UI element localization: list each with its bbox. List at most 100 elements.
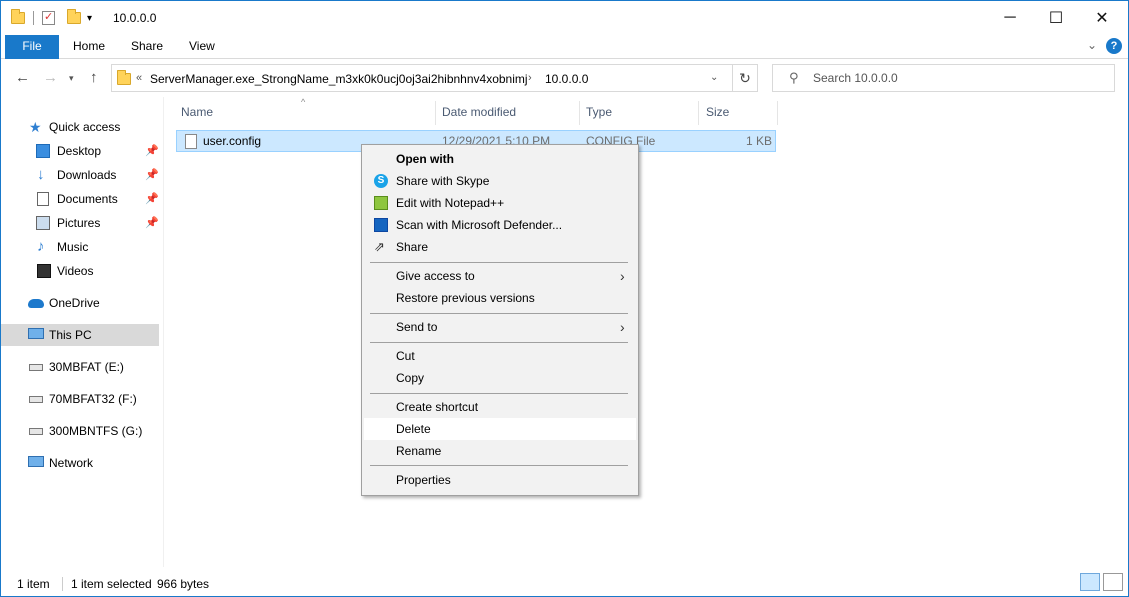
- menu-label: Create shortcut: [396, 400, 479, 414]
- menu-label: Rename: [396, 444, 442, 458]
- ribbon: File Home Share View ⌄ ?: [1, 35, 1128, 59]
- nav-label: Videos: [57, 264, 94, 278]
- pin-icon: 📌: [145, 145, 159, 157]
- menu-give-access[interactable]: Give access to ›: [364, 265, 636, 287]
- customize-toolbar-icon[interactable]: ▾: [87, 13, 92, 24]
- nav-desktop[interactable]: Desktop 📌: [1, 140, 159, 162]
- breadcrumb-segment[interactable]: 10.0.0.0: [545, 72, 588, 86]
- nav-documents[interactable]: Documents 📌: [1, 188, 159, 210]
- nav-quick-access[interactable]: ★ Quick access: [1, 116, 159, 138]
- address-bar[interactable]: « ServerManager.exe_StrongName_m3xk0k0uc…: [111, 64, 758, 92]
- pictures-icon: [36, 216, 50, 230]
- menu-share[interactable]: ⇗ Share: [364, 236, 636, 258]
- menu-delete[interactable]: Delete: [364, 418, 636, 440]
- search-box[interactable]: ⚲: [772, 64, 1115, 92]
- large-icons-view-button[interactable]: [1103, 573, 1123, 591]
- tab-file[interactable]: File: [5, 35, 59, 59]
- menu-label: Cut: [396, 349, 415, 363]
- defender-shield-icon: [374, 218, 388, 232]
- chevron-down-icon[interactable]: ⌄: [710, 72, 718, 83]
- recent-locations-icon[interactable]: ▾: [69, 73, 74, 84]
- column-headers: ^ Name Date modified Type Size: [173, 97, 778, 129]
- nav-label: Desktop: [57, 144, 102, 158]
- cloud-icon: [28, 299, 44, 308]
- share-icon: ⇗: [374, 239, 385, 254]
- column-name[interactable]: Name: [181, 105, 213, 119]
- minimize-icon: ─: [1004, 9, 1016, 26]
- nav-network[interactable]: Network: [1, 452, 159, 474]
- nav-this-pc[interactable]: This PC: [1, 324, 159, 346]
- menu-separator: [370, 393, 628, 394]
- menu-copy[interactable]: Copy: [364, 367, 636, 389]
- breadcrumb-separator[interactable]: ›: [528, 72, 532, 84]
- minimize-button[interactable]: ─: [987, 1, 1033, 35]
- column-divider[interactable]: [435, 101, 436, 125]
- menu-separator: [370, 262, 628, 263]
- menu-separator: [370, 465, 628, 466]
- context-menu: Open with S Share with Skype Edit with N…: [361, 144, 639, 496]
- nav-music[interactable]: ♪ Music: [1, 236, 159, 258]
- videos-icon: [37, 264, 51, 278]
- chevron-down-icon[interactable]: ⌄: [1087, 38, 1097, 52]
- refresh-button[interactable]: ↻: [732, 64, 758, 92]
- nav-drive-e[interactable]: 30MBFAT (E:): [1, 356, 159, 378]
- navigation-bar: ← → ▾ ↑ « ServerManager.exe_StrongName_m…: [1, 59, 1128, 97]
- search-input[interactable]: [813, 69, 1103, 87]
- menu-separator: [370, 342, 628, 343]
- menu-properties[interactable]: Properties: [364, 469, 636, 491]
- nav-videos[interactable]: Videos: [1, 260, 159, 282]
- menu-create-shortcut[interactable]: Create shortcut: [364, 396, 636, 418]
- menu-label: Scan with Microsoft Defender...: [396, 218, 563, 232]
- pin-icon: 📌: [145, 193, 159, 205]
- address-overflow[interactable]: «: [136, 72, 142, 84]
- details-view-button[interactable]: [1080, 573, 1100, 591]
- nav-pictures[interactable]: Pictures 📌: [1, 212, 159, 234]
- menu-label: Open with: [396, 152, 454, 166]
- help-icon[interactable]: ?: [1106, 38, 1122, 54]
- column-divider[interactable]: [698, 101, 699, 125]
- column-size[interactable]: Size: [706, 105, 729, 119]
- column-date-modified[interactable]: Date modified: [442, 105, 516, 119]
- nav-label: Pictures: [57, 216, 101, 230]
- maximize-button[interactable]: ☐: [1033, 1, 1079, 35]
- menu-scan-defender[interactable]: Scan with Microsoft Defender...: [364, 214, 636, 236]
- properties-icon[interactable]: [42, 10, 55, 25]
- menu-open-with[interactable]: Open with: [364, 148, 636, 170]
- menu-label: Give access to: [396, 269, 475, 283]
- menu-share-skype[interactable]: S Share with Skype: [364, 170, 636, 192]
- column-divider[interactable]: [777, 101, 778, 125]
- back-arrow-icon[interactable]: ←: [15, 69, 30, 86]
- submenu-arrow-icon: ›: [620, 319, 625, 335]
- file-explorer-window: ▾ 10.0.0.0 ─ ☐ ✕ File Home Share View ⌄ …: [0, 0, 1129, 597]
- menu-label: Delete: [396, 422, 431, 436]
- menu-restore-versions[interactable]: Restore previous versions: [364, 287, 636, 309]
- nav-drive-f[interactable]: 70MBFAT32 (F:): [1, 388, 159, 410]
- window-title: 10.0.0.0: [113, 11, 157, 25]
- toolbar-divider: [33, 11, 34, 25]
- nav-label: 300MBNTFS (G:): [49, 424, 143, 438]
- nav-drive-g[interactable]: 300MBNTFS (G:): [1, 420, 159, 442]
- pin-icon: 📌: [145, 169, 159, 181]
- menu-rename[interactable]: Rename: [364, 440, 636, 462]
- new-folder-icon[interactable]: [67, 9, 81, 24]
- nav-onedrive[interactable]: OneDrive: [1, 292, 159, 314]
- tab-home[interactable]: Home: [63, 35, 115, 59]
- nav-label: This PC: [49, 328, 92, 342]
- nav-downloads[interactable]: ↓ Downloads 📌: [1, 164, 159, 186]
- column-type[interactable]: Type: [586, 105, 612, 119]
- menu-cut[interactable]: Cut: [364, 345, 636, 367]
- column-divider[interactable]: [579, 101, 580, 125]
- up-arrow-icon[interactable]: ↑: [90, 69, 98, 86]
- sort-ascending-icon: ^: [301, 97, 306, 107]
- breadcrumb-segment[interactable]: ServerManager.exe_StrongName_m3xk0k0ucj0…: [150, 72, 528, 86]
- menu-edit-notepadpp[interactable]: Edit with Notepad++: [364, 192, 636, 214]
- tab-share[interactable]: Share: [121, 35, 173, 59]
- menu-separator: [370, 313, 628, 314]
- close-button[interactable]: ✕: [1079, 1, 1125, 35]
- tab-view[interactable]: View: [179, 35, 225, 59]
- nav-label: Music: [57, 240, 89, 254]
- pane-divider[interactable]: [163, 97, 164, 567]
- forward-arrow-icon[interactable]: →: [43, 69, 58, 86]
- notepadpp-icon: [374, 196, 388, 210]
- menu-send-to[interactable]: Send to ›: [364, 316, 636, 338]
